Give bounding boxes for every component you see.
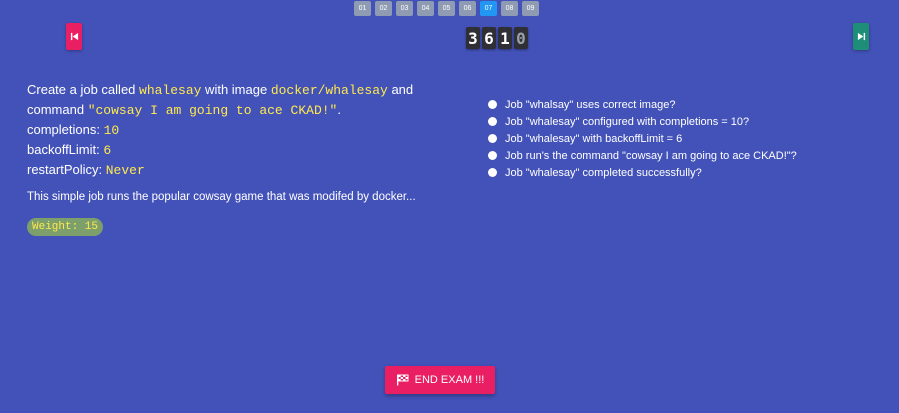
next-question-button[interactable] <box>853 23 869 50</box>
question-button-07[interactable]: 07 <box>480 1 497 16</box>
timer-digit: 1 <box>498 27 512 49</box>
command-suffix: . <box>337 102 341 117</box>
job-name: whalesay <box>139 83 202 98</box>
question-button-01[interactable]: 01 <box>354 1 371 16</box>
check-list: Job "whalsay" uses correct image? Job "w… <box>488 96 797 181</box>
countdown-timer: 3 6 1 0 <box>466 27 528 49</box>
flag-icon <box>396 374 409 386</box>
completions-label: completions: <box>27 122 104 137</box>
command-value: "cowsay I am going to ace CKAD!" <box>87 103 338 118</box>
question-button-08[interactable]: 08 <box>501 1 518 16</box>
backoff-line: backoffLimit: 6 <box>27 140 437 160</box>
command-label: command <box>27 102 88 117</box>
completions-line: completions: 10 <box>27 120 437 140</box>
end-exam-button[interactable]: END EXAM !!! <box>385 366 495 394</box>
check-item: Job run's the command "cowsay I am going… <box>488 147 797 164</box>
check-label: Job "whalesay" configured with completio… <box>505 115 750 128</box>
check-label: Job "whalsay" uses correct image? <box>505 98 676 111</box>
question-button-06[interactable]: 06 <box>459 1 476 16</box>
question-line-1: Create a job called whalesay with image … <box>27 80 437 100</box>
timer-digit: 0 <box>514 27 528 49</box>
question-line-2: command "cowsay I am going to ace CKAD!"… <box>27 100 437 120</box>
backoff-label: backoffLimit: <box>27 142 104 157</box>
check-label: Job "whalesay" completed successfully? <box>505 166 702 179</box>
check-item: Job "whalsay" uses correct image? <box>488 96 797 113</box>
radio-icon <box>488 100 497 109</box>
radio-icon <box>488 151 497 160</box>
radio-icon <box>488 117 497 126</box>
radio-icon <box>488 168 497 177</box>
question-mid: with image <box>201 82 271 97</box>
restart-policy-label: restartPolicy: <box>27 162 106 177</box>
skip-previous-icon <box>70 32 78 41</box>
check-label: Job "whalesay" with backoffLimit = 6 <box>505 132 683 145</box>
timer-digit: 3 <box>466 27 480 49</box>
question-prefix: Create a job called <box>27 82 140 97</box>
restart-policy-value: Never <box>105 163 145 178</box>
image-name: docker/whalesay <box>270 83 388 98</box>
check-item: Job "whalesay" completed successfully? <box>488 164 797 181</box>
check-item: Job "whalesay" configured with completio… <box>488 113 797 130</box>
backoff-value: 6 <box>103 143 112 158</box>
skip-next-icon <box>857 32 865 41</box>
radio-icon <box>488 134 497 143</box>
question-button-04[interactable]: 04 <box>417 1 434 16</box>
question-nav: 01 02 03 04 05 06 07 08 09 <box>354 1 539 16</box>
question-description: This simple job runs the popular cowsay … <box>27 191 416 203</box>
question-button-05[interactable]: 05 <box>438 1 455 16</box>
weight-badge: Weight: 15 <box>27 218 104 236</box>
check-item: Job "whalesay" with backoffLimit = 6 <box>488 130 797 147</box>
question-suffix: and <box>387 82 414 97</box>
check-label: Job run's the command "cowsay I am going… <box>505 149 797 162</box>
restart-policy-line: restartPolicy: Never <box>27 160 437 180</box>
question-text: Create a job called whalesay with image … <box>27 80 437 180</box>
timer-digit: 6 <box>482 27 496 49</box>
question-button-09[interactable]: 09 <box>522 1 539 16</box>
question-button-03[interactable]: 03 <box>396 1 413 16</box>
end-exam-label: END EXAM !!! <box>414 374 485 386</box>
completions-value: 10 <box>103 123 120 138</box>
previous-question-button[interactable] <box>66 23 82 50</box>
question-button-02[interactable]: 02 <box>375 1 392 16</box>
